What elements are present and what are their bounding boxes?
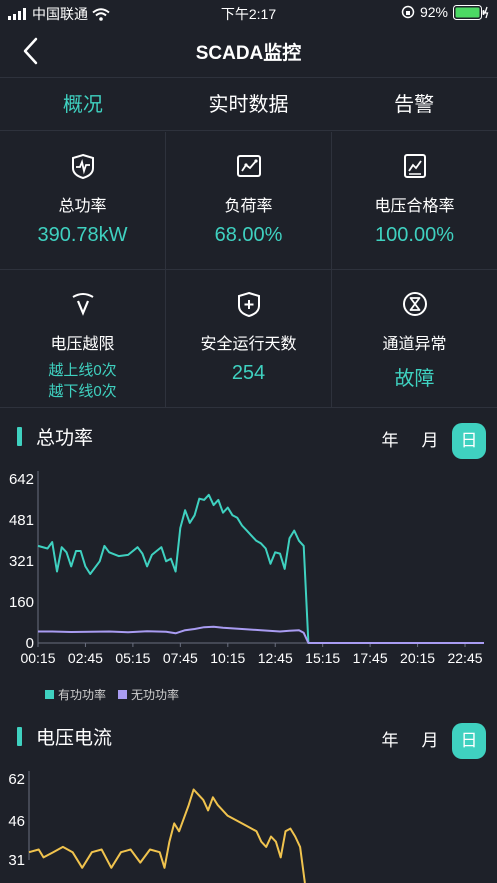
trend-chart-icon: [403, 154, 426, 178]
x-tick-label: 05:15: [115, 650, 150, 666]
metric-upper-limit-count: 越上线0次: [48, 362, 117, 379]
voltage-current-chart: 31 46 62: [8, 771, 306, 883]
metric-label: 电压越限: [50, 336, 115, 353]
period-month-button[interactable]: 月: [413, 723, 447, 759]
x-tick-label: 15:15: [305, 650, 340, 666]
y-tick-label: 46: [8, 813, 25, 830]
y-tick-label: 321: [9, 553, 34, 570]
x-tick-label: 12:45: [258, 650, 293, 666]
battery-percent: 92%: [419, 4, 448, 20]
metric-label: 总功率: [58, 198, 107, 215]
x-tick-label: 20:15: [400, 650, 435, 666]
metric-channel-abnormal[interactable]: 通道异常 故障: [332, 270, 497, 408]
metric-total-power[interactable]: 总功率 390.78kW: [0, 132, 166, 270]
metric-value: 254: [231, 362, 266, 384]
y-tick-label: 160: [9, 594, 34, 611]
metric-load-rate[interactable]: 负荷率 68.00%: [166, 132, 332, 270]
status-bar: 中国联通 下午2:17 92%: [0, 0, 497, 26]
metrics-grid: 总功率 390.78kW 负荷率 68.00% 电压合格率 100.00% 电压…: [0, 132, 497, 408]
x-tick-label: 02:45: [68, 650, 103, 666]
navigation-bar: SCADA监控: [0, 26, 497, 76]
metric-label: 电压合格率: [374, 198, 455, 215]
legend-label-reactive: 无功功率: [131, 688, 180, 702]
line-chart-icon: [236, 155, 261, 177]
voltage-section-header: 电压电流 年 月 日: [0, 716, 497, 759]
metric-label: 通道异常: [382, 336, 447, 353]
voltage-icon: [71, 293, 94, 316]
series-line-0: [28, 788, 306, 883]
x-tick-label: 10:15: [210, 650, 245, 666]
tab-overview[interactable]: 概况: [0, 78, 166, 130]
metric-safe-days[interactable]: 安全运行天数 254: [166, 270, 332, 408]
x-tick-label: 17:45: [353, 650, 388, 666]
metric-voltage-limit[interactable]: 电压越限 越上线0次 越下线0次: [0, 270, 166, 408]
period-year-button[interactable]: 年: [373, 723, 407, 759]
period-day-button[interactable]: 日: [452, 723, 486, 759]
metric-label: 负荷率: [224, 198, 273, 215]
metric-lower-limit-count: 越下线0次: [48, 383, 117, 400]
period-month-button[interactable]: 月: [413, 423, 447, 459]
metric-label: 安全运行天数: [200, 336, 297, 353]
y-tick-label: 642: [9, 471, 34, 488]
tab-bar: 概况 实时数据 告警: [0, 77, 497, 131]
section-accent-bar: [17, 727, 22, 746]
metric-value: 故障: [394, 368, 435, 390]
status-right: 92%: [401, 4, 489, 20]
y-tick-label: 62: [8, 771, 25, 788]
pulse-shield-icon: [71, 153, 94, 180]
period-year-button[interactable]: 年: [373, 423, 407, 459]
x-tick-label: 00:15: [20, 650, 55, 666]
period-day-button[interactable]: 日: [452, 423, 486, 459]
series-line-1: [38, 625, 484, 644]
section-title: 电压电流: [36, 728, 113, 749]
battery-icon: [453, 4, 489, 20]
x-tick-label: 22:45: [447, 650, 482, 666]
power-chart-legend: 有功功率 无功功率: [45, 686, 179, 703]
shield-plus-icon: [237, 291, 260, 318]
y-tick-label: 481: [9, 512, 34, 529]
section-accent-bar: [17, 427, 22, 446]
metric-voltage-qualified-rate[interactable]: 电压合格率 100.00%: [332, 132, 497, 270]
legend-label-active: 有功功率: [58, 688, 107, 702]
x-tick-label: 07:45: [163, 650, 198, 666]
metric-value: 100.00%: [375, 224, 454, 246]
legend-swatch-active: [45, 690, 54, 699]
metric-value: 68.00%: [214, 224, 283, 246]
tab-alarms[interactable]: 告警: [331, 78, 497, 130]
series-line-0: [37, 493, 484, 644]
page-title: SCADA监控: [195, 43, 302, 64]
total-power-chart: 016032148164200:15 02:45 05:15 07:45 10:15 12…: [9, 471, 484, 666]
rotation-lock-icon: [401, 5, 415, 19]
tab-realtime-data[interactable]: 实时数据: [166, 78, 332, 130]
power-section-header: 总功率 年 月 日: [0, 416, 497, 459]
y-tick-label: 31: [8, 852, 25, 869]
legend-swatch-reactive: [118, 690, 128, 699]
hourglass-icon: [402, 292, 427, 316]
section-title: 总功率: [36, 428, 94, 449]
metric-value: 390.78kW: [37, 224, 128, 246]
